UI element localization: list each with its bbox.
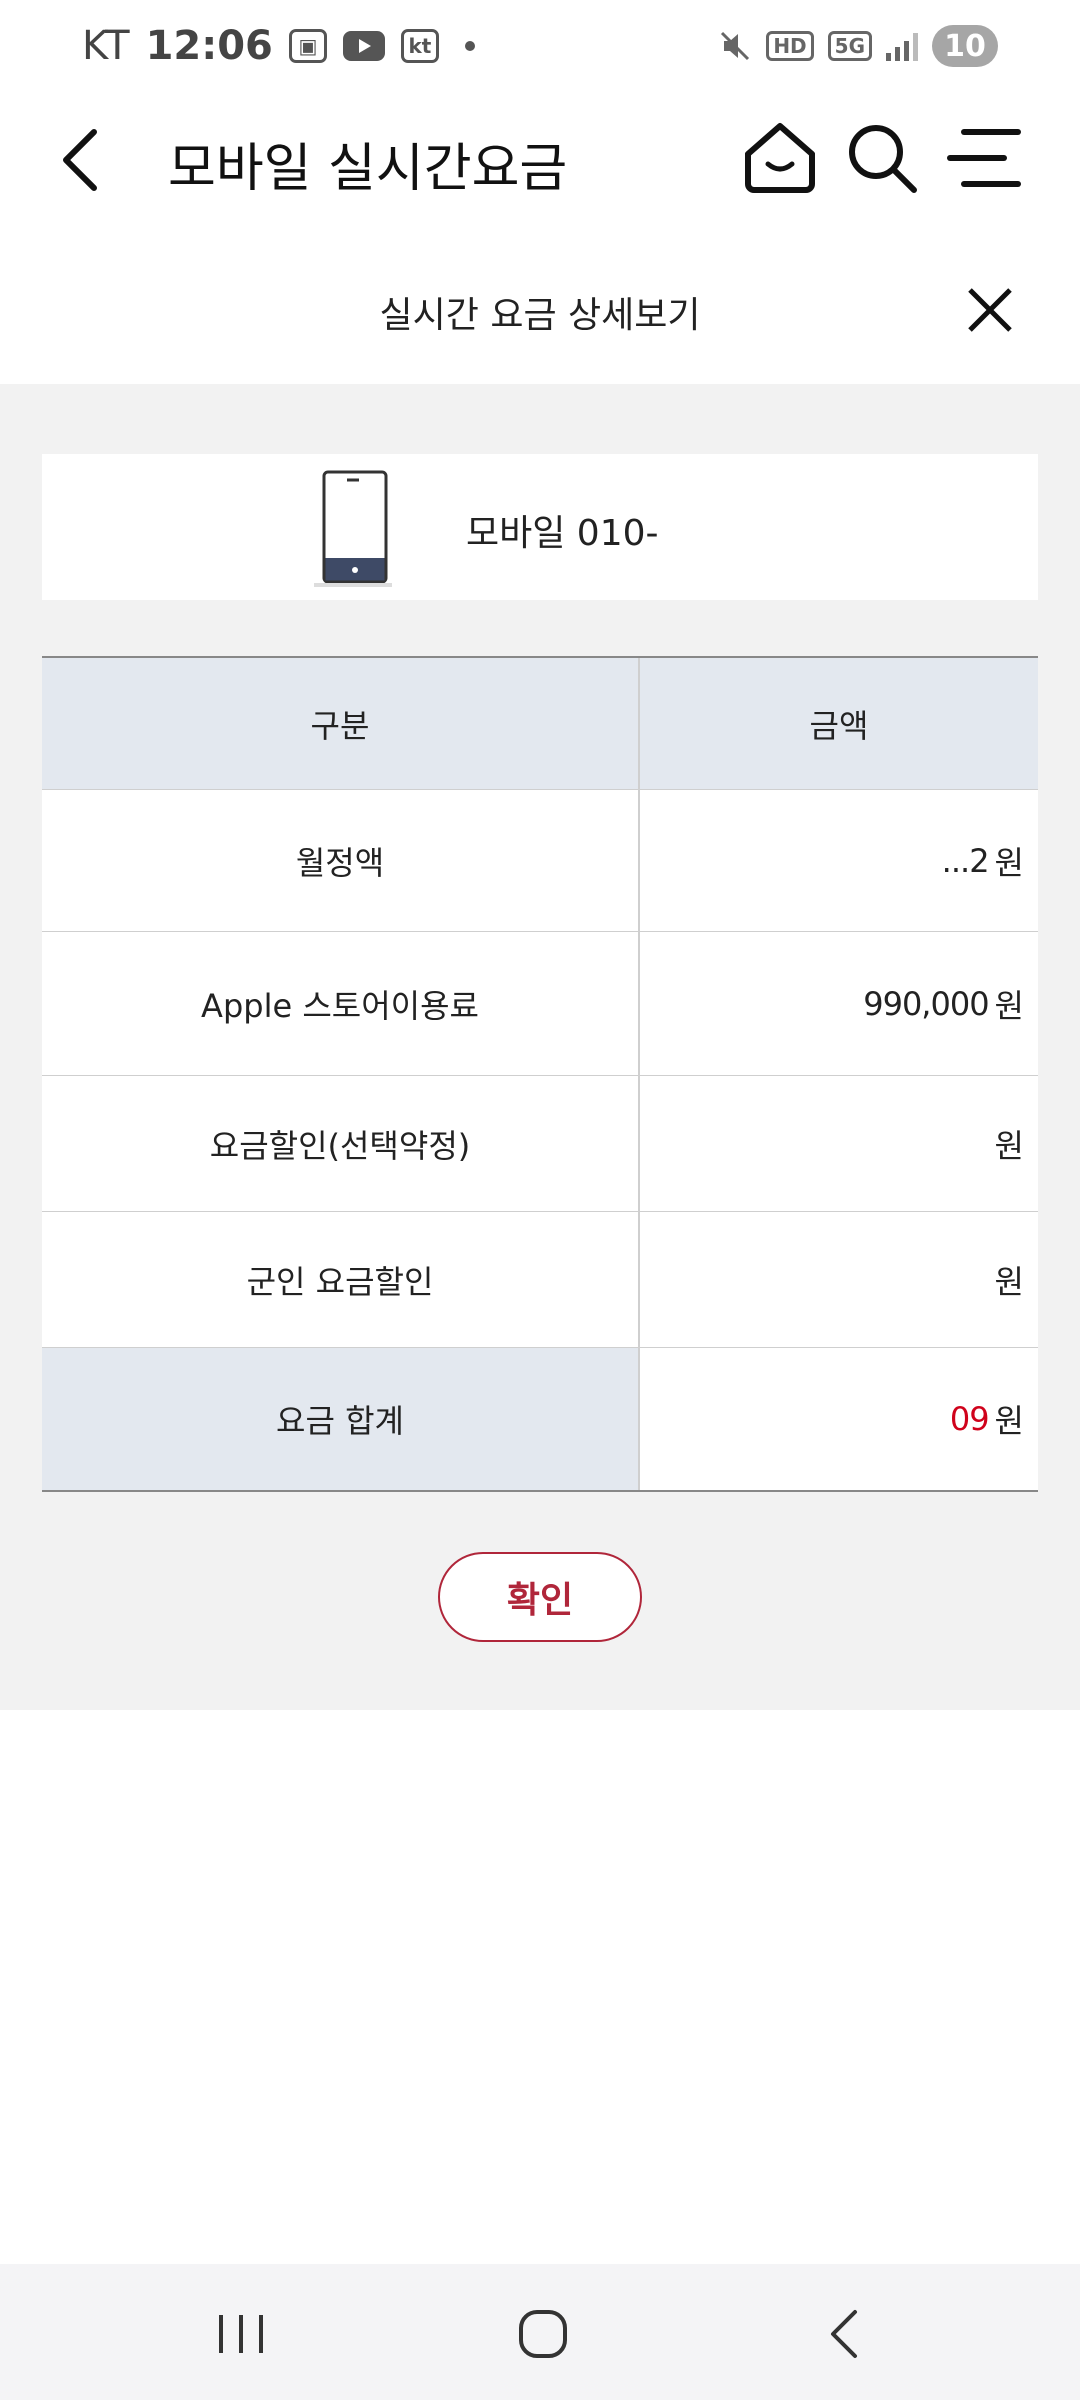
back-icon xyxy=(63,129,97,191)
total-row: 요금 합계 09 원 xyxy=(42,1348,1038,1490)
row-label: 요금할인(선택약정) xyxy=(42,1076,640,1211)
row-amount: 원 xyxy=(640,1212,1038,1347)
carrier-label: KT xyxy=(82,23,130,69)
kt-app-icon: kt xyxy=(400,29,439,63)
home-button[interactable] xyxy=(740,118,820,198)
row-amount: 990,000 원 xyxy=(640,932,1038,1075)
total-amount-value: 09 xyxy=(949,1400,990,1438)
total-label: 요금 합계 xyxy=(42,1348,640,1490)
table-row: 요금할인(선택약정) 원 xyxy=(42,1076,1038,1212)
app-header: 모바일 실시간요금 xyxy=(0,92,1080,224)
close-button[interactable] xyxy=(960,280,1020,340)
header-amount: 금액 xyxy=(640,658,1038,789)
signal-icon xyxy=(886,31,918,61)
search-button[interactable] xyxy=(842,118,922,198)
youtube-icon xyxy=(342,31,385,61)
row-label: Apple 스토어이용료 xyxy=(42,932,640,1075)
device-number-label: 모바일 010- xyxy=(466,513,659,554)
system-home-button[interactable] xyxy=(498,2294,588,2374)
recents-button[interactable] xyxy=(196,2294,286,2374)
search-icon xyxy=(849,125,917,193)
back-button[interactable] xyxy=(50,120,110,200)
table-row: Apple 스토어이용료 990,000 원 xyxy=(42,932,1038,1076)
total-amount: 09 원 xyxy=(640,1348,1038,1490)
header-category: 구분 xyxy=(42,658,640,789)
row-amount: 원 xyxy=(640,1076,1038,1211)
system-home-icon xyxy=(519,2310,567,2358)
amount-unit: 원 xyxy=(994,1262,1024,1301)
recents-icon xyxy=(219,2315,263,2353)
row-label: 월정액 xyxy=(42,790,640,931)
close-icon xyxy=(968,288,1012,332)
table-header-row: 구분 금액 xyxy=(42,658,1038,790)
battery-indicator: 10 xyxy=(932,25,998,67)
system-nav-bar xyxy=(0,2264,1080,2400)
clock: 12:06 xyxy=(145,23,273,69)
device-card: 모바일 010- xyxy=(42,454,1038,600)
amount-unit: 원 xyxy=(994,1126,1024,1165)
sheet-header: 실시간 요금 상세보기 xyxy=(0,224,1080,384)
menu-icon xyxy=(947,129,1021,187)
table-row: 군인 요금할인 원 xyxy=(42,1212,1038,1348)
content-panel: 모바일 010- 구분 금액 월정액 ...2 원 Apple 스토어이용료 9… xyxy=(0,384,1080,1710)
phone-icon xyxy=(314,470,392,587)
sheet-title: 실시간 요금 상세보기 xyxy=(379,295,701,336)
hd-icon: HD xyxy=(766,31,814,61)
row-label: 군인 요금할인 xyxy=(42,1212,640,1347)
system-back-icon xyxy=(831,2310,857,2358)
confirm-button[interactable]: 확인 xyxy=(438,1552,642,1642)
menu-button[interactable] xyxy=(944,118,1024,198)
amount-value: ...2 xyxy=(941,841,990,880)
amount-unit: 원 xyxy=(994,986,1024,1025)
page-title: 모바일 실시간요금 xyxy=(168,139,568,199)
network-5g-icon: 5G xyxy=(827,31,872,61)
fee-table: 구분 금액 월정액 ...2 원 Apple 스토어이용료 990,000 원 … xyxy=(42,656,1038,1492)
amount-unit: 원 xyxy=(994,843,1024,882)
system-back-button[interactable] xyxy=(800,2294,890,2374)
table-row: 월정액 ...2 원 xyxy=(42,790,1038,932)
status-bar: KT 12:06 ▣ kt HD 5G 10 xyxy=(0,0,1080,92)
home-icon xyxy=(745,123,815,193)
row-amount: ...2 원 xyxy=(640,790,1038,931)
total-amount-unit: 원 xyxy=(994,1402,1024,1440)
amount-value: 990,000 xyxy=(863,984,989,1023)
mute-icon xyxy=(721,31,750,61)
screenshot-icon: ▣ xyxy=(288,29,327,63)
more-notifications-icon xyxy=(464,41,475,51)
